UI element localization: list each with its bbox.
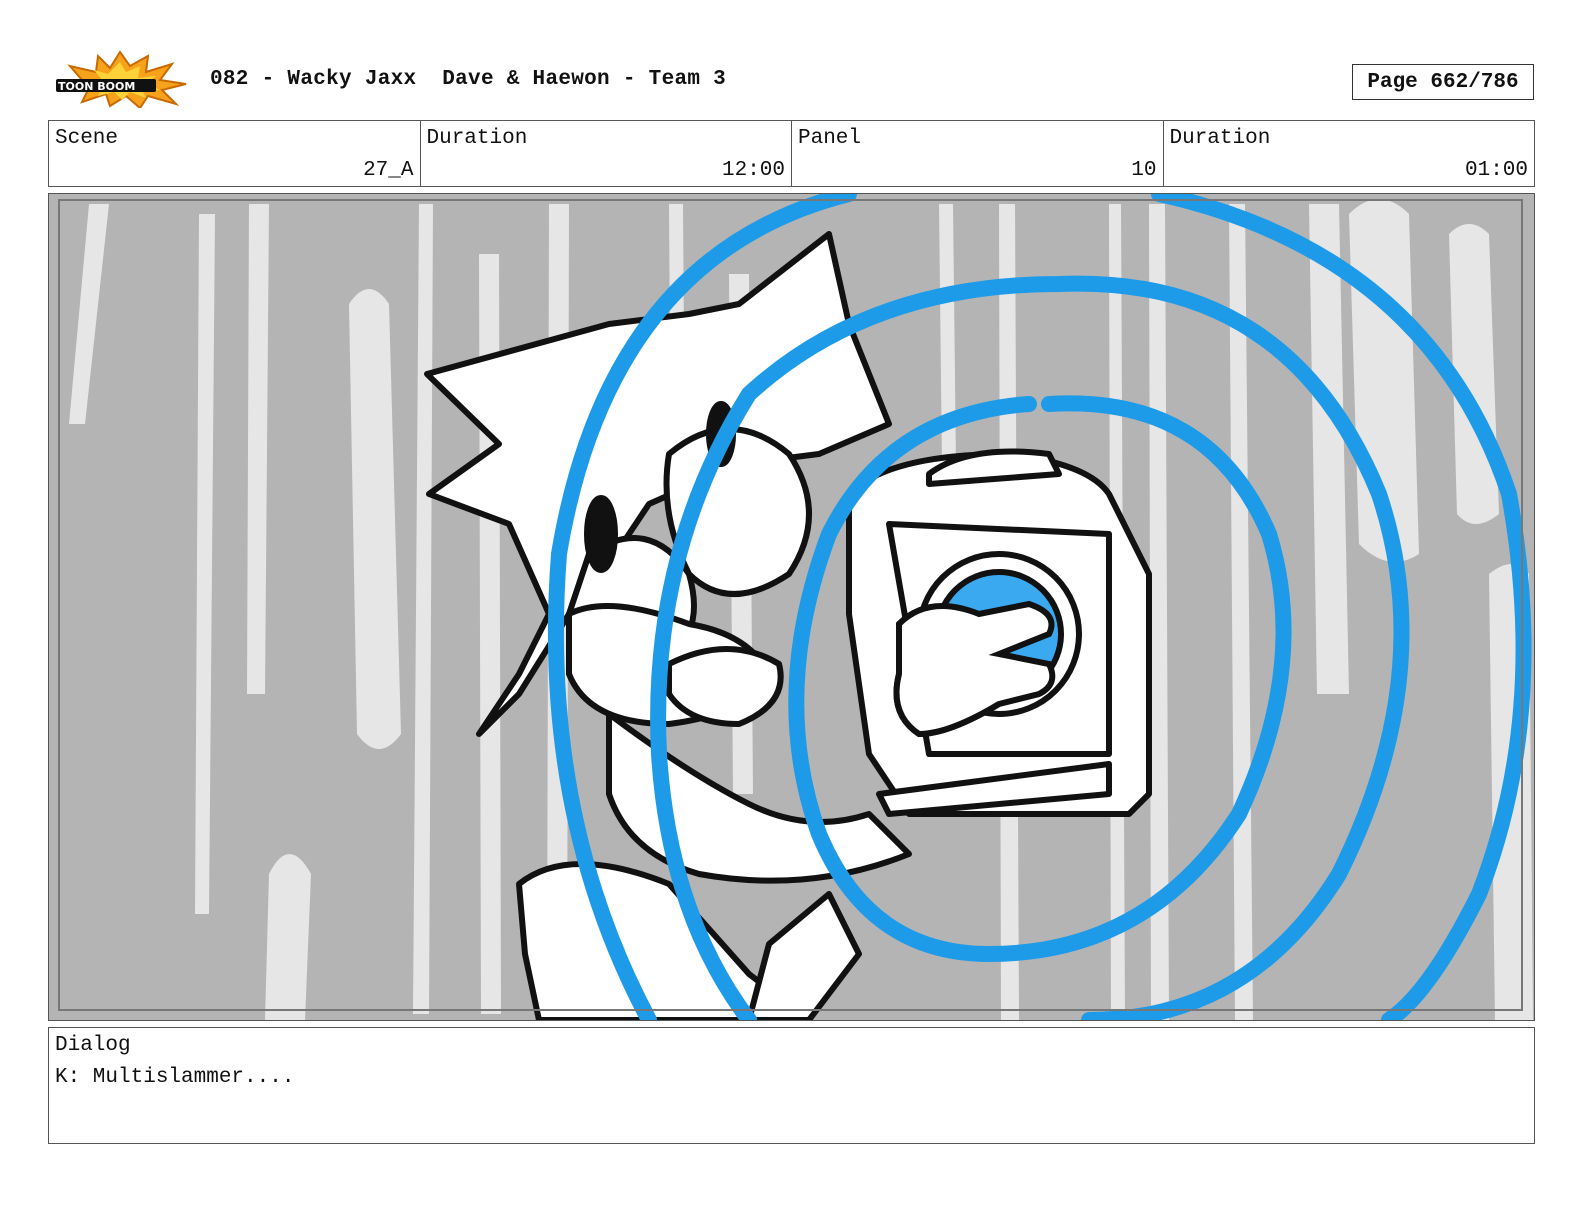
scene-duration-label: Duration bbox=[426, 127, 528, 150]
panel-duration-cell: Duration 01:00 bbox=[1164, 121, 1535, 186]
scene-value: 27_A bbox=[363, 159, 414, 182]
scene-duration-value: 12:00 bbox=[721, 159, 785, 182]
storyboard-panel bbox=[48, 193, 1535, 1021]
dialog-label: Dialog bbox=[55, 1034, 131, 1057]
panel-cell: Panel 10 bbox=[792, 121, 1164, 186]
scene-duration-cell: Duration 12:00 bbox=[421, 121, 792, 186]
storyboard-panel-drawing bbox=[49, 194, 1534, 1020]
panel-duration-value: 01:00 bbox=[1464, 159, 1528, 182]
scene-label: Scene bbox=[55, 127, 119, 150]
page-number: Page 662/786 bbox=[1352, 64, 1534, 100]
panel-duration-label: Duration bbox=[1169, 127, 1271, 150]
dialog-text: K: Multislammer.... bbox=[55, 1066, 295, 1089]
panel-value: 10 bbox=[1131, 159, 1157, 182]
dialog-box: Dialog K: Multislammer.... bbox=[48, 1027, 1535, 1144]
scene-info-table: Scene 27_A Duration 12:00 Panel 10 Durat… bbox=[48, 120, 1535, 187]
logo-text: TOON BOOM bbox=[58, 80, 135, 93]
toon-boom-logo: TOON BOOM bbox=[52, 50, 188, 110]
panel-label: Panel bbox=[798, 127, 862, 150]
scene-cell: Scene 27_A bbox=[49, 121, 421, 186]
page-title: 082 - Wacky Jaxx Dave & Haewon - Team 3 bbox=[210, 68, 727, 91]
